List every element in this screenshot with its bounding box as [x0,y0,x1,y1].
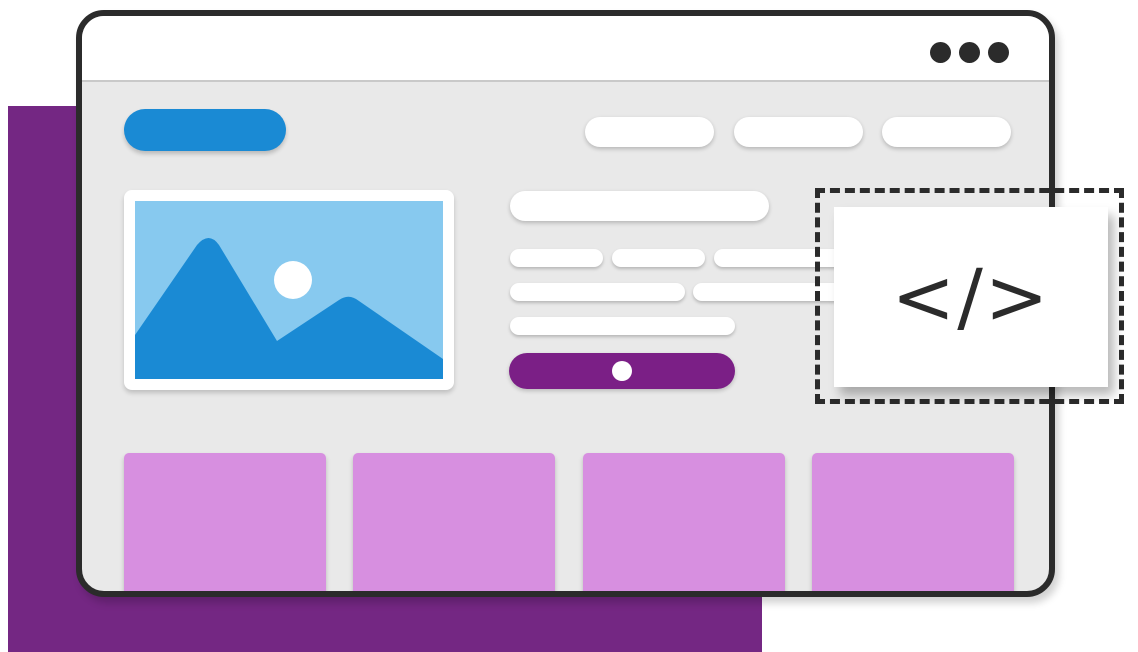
illustration-stage: </> [0,0,1138,652]
code-icon: </> [891,252,1051,341]
text-line-placeholder [612,249,705,267]
window-titlebar [82,16,1049,82]
menu-dot-icon [988,42,1009,63]
menu-dot-icon [959,42,980,63]
window-menu[interactable] [930,42,1009,63]
nav-item-placeholder[interactable] [734,117,863,147]
text-line-placeholder [510,283,685,301]
text-line-placeholder [510,317,735,335]
image-icon [135,201,443,379]
content-card-placeholder[interactable] [124,453,326,591]
menu-dot-icon [930,42,951,63]
code-snippet-card: </> [834,207,1108,387]
hero-image-placeholder [124,190,454,390]
button-dot-icon [612,361,632,381]
content-card-placeholder[interactable] [583,453,785,591]
content-card-placeholder[interactable] [812,453,1014,591]
logo-placeholder[interactable] [124,109,286,151]
content-card-placeholder[interactable] [353,453,555,591]
nav-item-placeholder[interactable] [585,117,714,147]
text-line-placeholder [510,249,603,267]
headline-placeholder [510,191,769,221]
nav-item-placeholder[interactable] [882,117,1011,147]
cta-button-placeholder[interactable] [509,353,735,389]
